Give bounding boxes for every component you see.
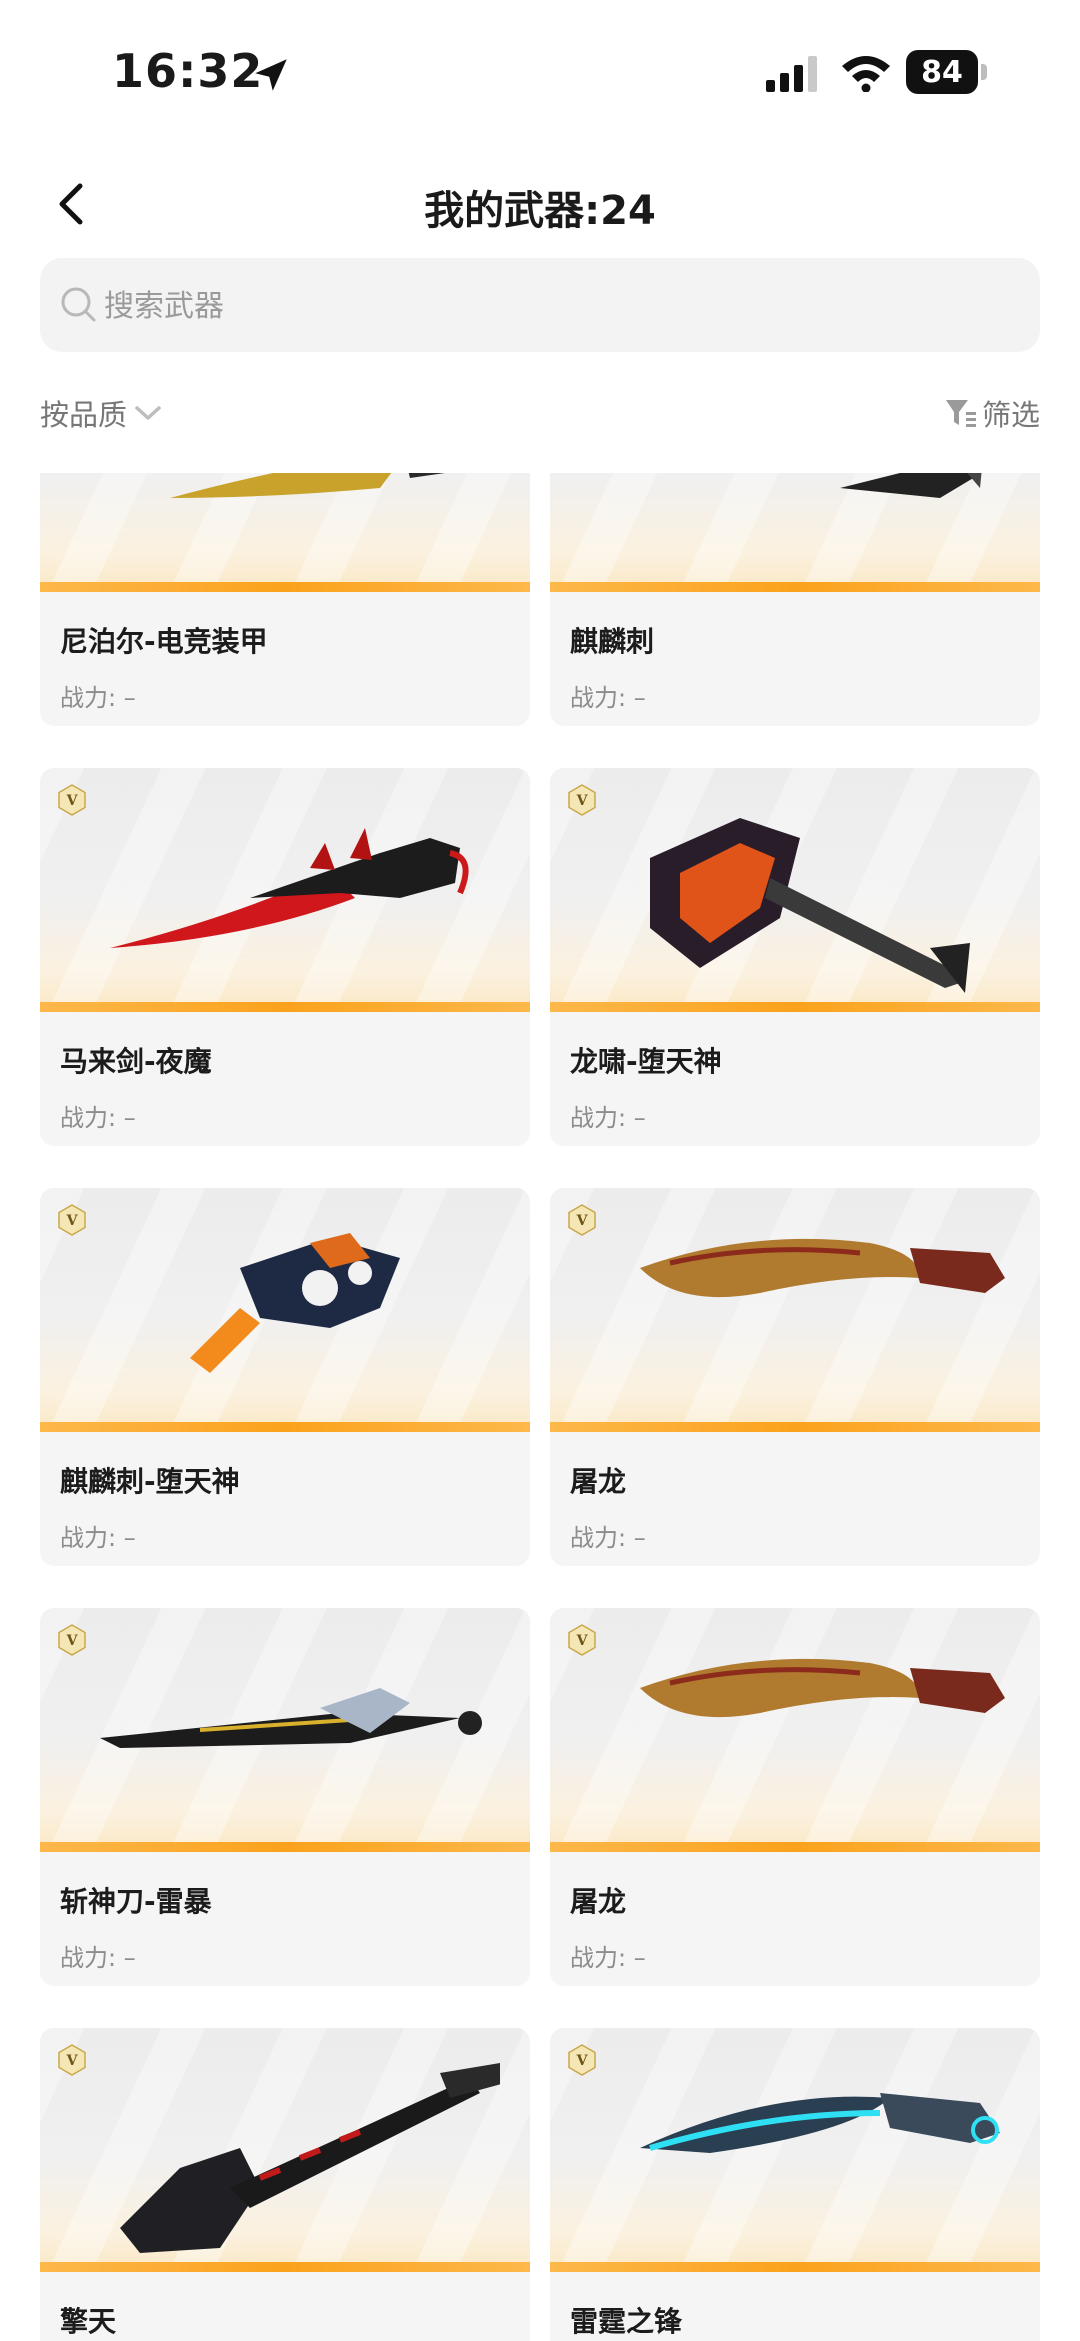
weapon-image — [550, 473, 1040, 582]
weapon-power: 战力: – — [60, 684, 136, 712]
search-icon — [61, 287, 96, 322]
weapon-card[interactable]: V 龙啸-堕天神战力: – — [550, 768, 1040, 1146]
spiked-claw-icon — [190, 1233, 400, 1373]
weapon-card[interactable]: V 麒麟刺-堕天神战力: – — [40, 1188, 530, 1566]
weapon-card[interactable]: V 屠龙战力: – — [550, 1608, 1040, 1986]
nav-bar: 我的武器:24 — [0, 160, 1080, 250]
weapon-card[interactable]: V 屠龙战力: – — [550, 1188, 1040, 1566]
weapon-card[interactable]: V擎天战力: – — [40, 2028, 530, 2341]
weapon-power: 战力: – — [570, 684, 646, 712]
svg-text:V: V — [66, 1633, 79, 1649]
filter-funnel-icon — [945, 400, 976, 427]
vip-badge-icon: V — [58, 784, 86, 816]
svg-text:V: V — [66, 1213, 79, 1229]
weapon-name: 雷霆之锋 — [570, 2305, 683, 2338]
battery-level: 84 — [906, 50, 978, 94]
bronze-kukri-icon — [640, 1238, 1005, 1298]
bronze-kukri-icon — [640, 1658, 1005, 1718]
vip-badge-icon: V — [568, 2044, 596, 2076]
lava-axe-icon — [650, 818, 970, 993]
red-black-sword-icon — [110, 828, 469, 948]
chevron-down-icon — [135, 406, 161, 420]
quality-bar — [40, 1842, 530, 1852]
weapon-power: 战力: – — [60, 1944, 136, 1972]
quality-bar — [550, 1422, 1040, 1432]
quality-bar — [40, 582, 530, 592]
weapon-name: 屠龙 — [570, 1885, 627, 1918]
weapon-name: 尼泊尔-电竞装甲 — [60, 625, 268, 658]
dark-shovel-icon — [120, 2063, 500, 2253]
weapon-name: 龙啸-堕天神 — [570, 1045, 722, 1078]
sort-filter-bar: 按品质 筛选 — [40, 388, 1040, 438]
quality-bar — [40, 1422, 530, 1432]
vip-badge-icon: V — [568, 1624, 596, 1656]
quality-bar — [550, 2262, 1040, 2272]
battery-indicator: 84 — [906, 50, 987, 94]
weapon-image: V — [40, 2028, 530, 2262]
cellular-signal-icon — [766, 56, 817, 92]
filter-button[interactable]: 筛选 — [944, 392, 1040, 434]
weapon-power: 战力: – — [60, 1104, 136, 1132]
location-arrow-icon — [255, 59, 287, 91]
quality-bar — [40, 1002, 530, 1012]
quality-bar — [40, 2262, 530, 2272]
filter-label: 筛选 — [981, 398, 1040, 432]
weapon-name: 屠龙 — [570, 1465, 627, 1498]
weapon-image: V — [550, 1608, 1040, 1842]
weapon-grid: 尼泊尔-电竞装甲 战力: – 麒麟刺 战力: – V 马来剑-夜魔 战力: – V 龙啸-堕天神… — [40, 473, 1040, 2341]
weapon-image: V — [40, 1188, 530, 1422]
battery-tip — [981, 64, 987, 80]
black-gold-sword-icon — [100, 1688, 482, 1748]
svg-text:V: V — [66, 793, 79, 809]
svg-text:V: V — [576, 2053, 589, 2069]
weapon-power: 战力: – — [570, 1944, 646, 1972]
page-title: 我的武器:24 — [424, 188, 656, 234]
quality-bar — [550, 1842, 1040, 1852]
weapon-name: 擎天 — [60, 2305, 117, 2338]
weapon-card[interactable]: V 斩神刀-雷暴战力: – — [40, 1608, 530, 1986]
vip-badge-icon: V — [58, 1204, 86, 1236]
weapon-name: 马来剑-夜魔 — [60, 1045, 212, 1078]
weapon-name: 麒麟刺-堕天神 — [60, 1465, 240, 1498]
svg-text:V: V — [576, 793, 589, 809]
vip-badge-icon: V — [568, 784, 596, 816]
armored-blade-icon — [170, 473, 445, 498]
weapon-power: 战力: – — [570, 1104, 646, 1132]
weapon-card[interactable]: V 马来剑-夜魔战力: – — [40, 768, 530, 1146]
status-time: 16:32 — [112, 44, 264, 98]
weapon-power: 战力: – — [60, 1524, 136, 1552]
weapon-image — [40, 473, 530, 582]
svg-text:V: V — [576, 1633, 589, 1649]
vip-badge-icon: V — [58, 2044, 86, 2076]
weapon-image: V — [40, 768, 530, 1002]
vip-badge-icon: V — [58, 1624, 86, 1656]
search-input[interactable] — [102, 258, 1006, 354]
weapon-image: V — [550, 768, 1040, 1002]
sort-by-quality-label: 按品质 — [40, 398, 128, 432]
status-bar: 16:32 84 — [0, 0, 1080, 140]
vip-badge-icon: V — [568, 1204, 596, 1236]
weapon-card[interactable]: 麒麟刺战力: – — [550, 473, 1040, 726]
quality-bar — [550, 1002, 1040, 1012]
weapon-name: 麒麟刺 — [570, 625, 655, 658]
svg-text:V: V — [66, 2053, 79, 2069]
weapon-image: V — [40, 1608, 530, 1842]
svg-text:V: V — [576, 1213, 589, 1229]
cyan-blade-icon — [640, 2093, 1000, 2153]
search-bar — [40, 258, 1040, 354]
weapon-card[interactable]: 尼泊尔-电竞装甲战力: – — [40, 473, 530, 726]
wifi-icon — [842, 56, 890, 92]
weapon-card[interactable]: V雷霆之锋战力: – — [550, 2028, 1040, 2341]
quality-bar — [550, 582, 1040, 592]
sort-by-quality-button[interactable]: 按品质 — [40, 392, 163, 434]
weapon-image: V — [550, 2028, 1040, 2262]
weapon-image: V — [550, 1188, 1040, 1422]
weapon-name: 斩神刀-雷暴 — [60, 1885, 212, 1918]
weapon-power: 战力: – — [570, 1524, 646, 1552]
qilin-blade-icon — [840, 473, 982, 498]
